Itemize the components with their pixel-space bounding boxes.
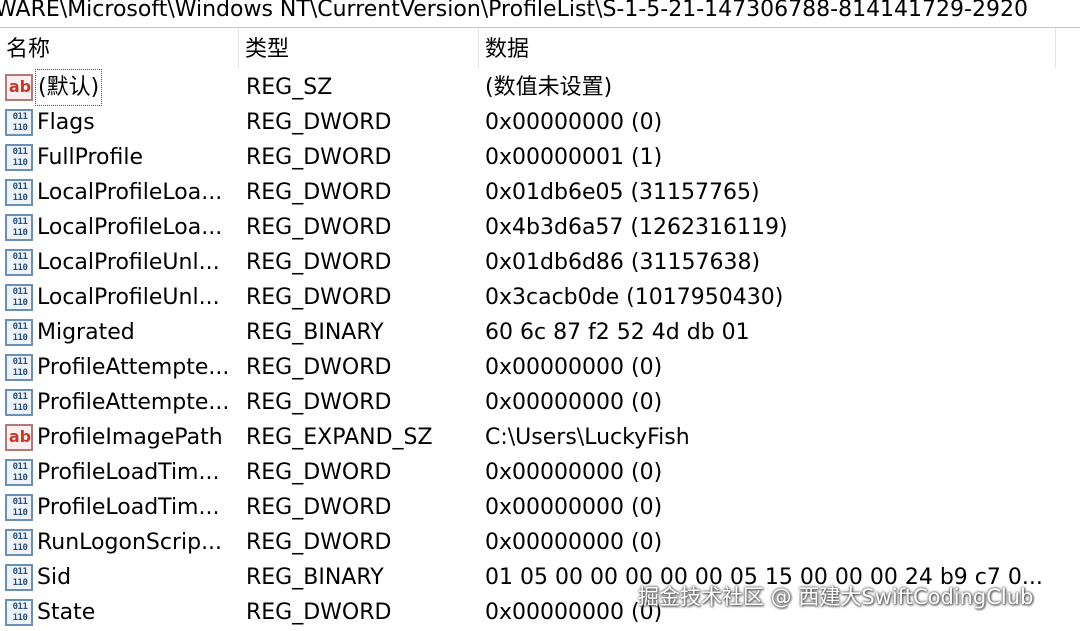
- value-data: (数值未设置): [485, 75, 613, 100]
- string-value-icon: ab: [5, 74, 33, 101]
- value-type: REG_SZ: [246, 75, 333, 100]
- value-data: 0x00000000 (0): [485, 390, 663, 415]
- registry-value-row[interactable]: 011 110 ProfileLoadTim... REG_DWORD 0x000000…: [0, 490, 1080, 525]
- value-data: 0x00000000 (0): [485, 530, 663, 555]
- value-type: REG_DWORD: [246, 110, 392, 135]
- value-type: REG_DWORD: [246, 600, 392, 625]
- binary-value-icon: 011 110: [5, 389, 33, 416]
- value-name: ProfileLoadTim...: [37, 460, 220, 485]
- column-header-data[interactable]: 数据: [479, 28, 1055, 68]
- string-value-icon: ab: [5, 424, 33, 451]
- value-type: REG_DWORD: [246, 530, 392, 555]
- column-header-name[interactable]: 名称: [0, 28, 238, 68]
- value-name: LocalProfileLoa...: [37, 180, 223, 205]
- value-type: REG_DWORD: [246, 215, 392, 240]
- value-type: REG_DWORD: [246, 285, 392, 310]
- value-name: ProfileImagePath: [37, 425, 223, 450]
- value-name: LocalProfileUnl...: [37, 285, 220, 310]
- registry-value-row[interactable]: 011 110 RunLogonScrip... REG_DWORD 0x0000000…: [0, 525, 1080, 560]
- registry-value-row[interactable]: 011 110 ProfileAttempte... REG_DWORD 0x00000…: [0, 350, 1080, 385]
- value-data: 0x00000000 (0): [485, 460, 663, 485]
- value-data: 0x01db6e05 (31157765): [485, 180, 760, 205]
- value-type: REG_BINARY: [246, 320, 384, 345]
- registry-path-text: WARE\Microsoft\Windows NT\CurrentVersion…: [0, 0, 1028, 22]
- value-data: 0x3cacb0de (1017950430): [485, 285, 784, 310]
- value-name: ProfileLoadTim...: [37, 495, 220, 520]
- binary-value-icon: 011 110: [5, 354, 33, 381]
- value-name: LocalProfileLoa...: [37, 215, 223, 240]
- binary-value-icon: 011 110: [5, 319, 33, 346]
- registry-path-bar[interactable]: WARE\Microsoft\Windows NT\CurrentVersion…: [0, 0, 1080, 28]
- binary-value-icon: 011 110: [5, 494, 33, 521]
- registry-value-row[interactable]: 011 110 LocalProfileUnl... REG_DWORD 0x3cacb…: [0, 280, 1080, 315]
- column-header-type[interactable]: 类型: [239, 28, 478, 68]
- value-name: Migrated: [37, 320, 135, 345]
- registry-value-row[interactable]: 011 110 LocalProfileUnl... REG_DWORD 0x01db6…: [0, 245, 1080, 280]
- registry-value-row[interactable]: ab ProfileImagePath REG_EXPAND_SZ C:\Users\…: [0, 420, 1080, 455]
- value-name: RunLogonScrip...: [37, 530, 223, 555]
- binary-value-icon: 011 110: [5, 599, 33, 626]
- value-data: 0x01db6d86 (31157638): [485, 250, 761, 275]
- value-data: 0x00000000 (0): [485, 495, 663, 520]
- value-type: REG_DWORD: [246, 250, 392, 275]
- binary-value-icon: 011 110: [5, 144, 33, 171]
- watermark: 掘金技术社区 @ 西建大SwiftCodingClub: [638, 585, 1034, 609]
- registry-value-row[interactable]: 011 110 LocalProfileLoa... REG_DWORD 0x4b3d6…: [0, 210, 1080, 245]
- value-type: REG_EXPAND_SZ: [246, 425, 433, 450]
- registry-value-row[interactable]: 011 110 ProfileLoadTim... REG_DWORD 0x000000…: [0, 455, 1080, 490]
- registry-value-row[interactable]: 011 110 FullProfile REG_DWORD 0x00000001 (1): [0, 140, 1080, 175]
- binary-value-icon: 011 110: [5, 564, 33, 591]
- binary-value-icon: 011 110: [5, 529, 33, 556]
- value-name: State: [37, 600, 96, 625]
- value-type: REG_DWORD: [246, 180, 392, 205]
- value-name: Sid: [37, 565, 72, 590]
- value-name: FullProfile: [37, 145, 144, 170]
- binary-value-icon: 011 110: [5, 109, 33, 136]
- value-data: 60 6c 87 f2 52 4d db 01: [485, 320, 750, 345]
- binary-value-icon: 011 110: [5, 284, 33, 311]
- registry-value-row[interactable]: ab (默认) REG_SZ (数值未设置): [0, 69, 1080, 106]
- registry-value-row[interactable]: 011 110 LocalProfileLoa... REG_DWORD 0x01db6…: [0, 175, 1080, 210]
- registry-value-row[interactable]: 011 110 ProfileAttempte... REG_DWORD 0x00000…: [0, 385, 1080, 420]
- value-type: REG_DWORD: [246, 390, 392, 415]
- binary-value-icon: 011 110: [5, 249, 33, 276]
- value-data: 0x00000000 (0): [485, 355, 663, 380]
- registry-value-row[interactable]: 011 110 Migrated REG_BINARY 60 6c 87 f2 52 4…: [0, 315, 1080, 350]
- binary-value-icon: 011 110: [5, 459, 33, 486]
- value-data: C:\Users\LuckyFish: [485, 425, 690, 450]
- value-type: REG_DWORD: [246, 355, 392, 380]
- binary-value-icon: 011 110: [5, 179, 33, 206]
- value-type: REG_BINARY: [246, 565, 384, 590]
- value-data: 0x00000000 (0): [485, 110, 663, 135]
- value-name: Flags: [37, 110, 95, 135]
- value-type: REG_DWORD: [246, 460, 392, 485]
- value-name: LocalProfileUnl...: [37, 250, 220, 275]
- value-type: REG_DWORD: [246, 145, 392, 170]
- value-name: (默认): [34, 69, 103, 106]
- value-name: ProfileAttempte...: [37, 355, 230, 380]
- column-divider[interactable]: [1055, 28, 1056, 68]
- binary-value-icon: 011 110: [5, 214, 33, 241]
- registry-value-row[interactable]: 011 110 Flags REG_DWORD 0x00000000 (0): [0, 105, 1080, 140]
- value-name: ProfileAttempte...: [37, 390, 230, 415]
- column-header: 名称 类型 数据: [0, 28, 1080, 68]
- value-type: REG_DWORD: [246, 495, 392, 520]
- value-data: 0x4b3d6a57 (1262316119): [485, 215, 788, 240]
- value-data: 0x00000001 (1): [485, 145, 663, 170]
